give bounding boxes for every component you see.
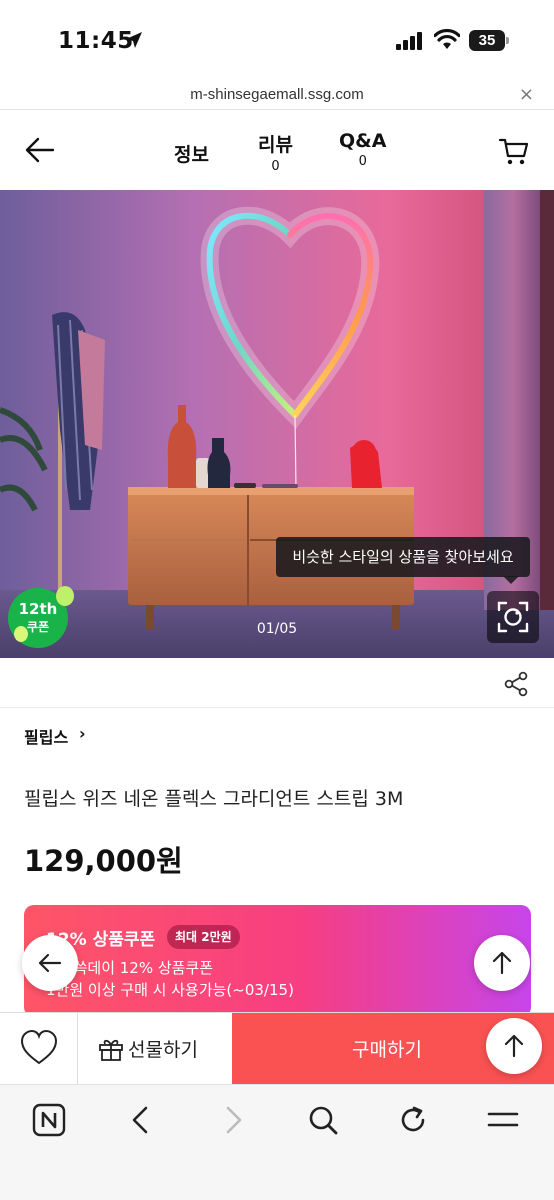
scroll-top-button[interactable] xyxy=(474,935,530,991)
similar-style-tooltip[interactable]: 비슷한 스타일의 상품을 찾아보세요 xyxy=(276,537,530,577)
purchase-action-bar: 선물하기 구매하기 xyxy=(0,1012,554,1084)
battery-level: 35 xyxy=(478,32,496,49)
cart-icon[interactable] xyxy=(498,136,530,166)
tab-review-label: 리뷰 xyxy=(258,134,293,156)
forward-icon[interactable] xyxy=(216,1103,250,1137)
arrow-left-icon xyxy=(38,953,62,973)
status-time: 11:45 xyxy=(58,28,134,54)
buy-label: 구매하기 xyxy=(352,1039,422,1061)
arrow-up-icon xyxy=(504,1034,524,1058)
location-arrow-icon xyxy=(126,32,142,48)
coupon-banner[interactable]: 12% 상품쿠폰 최대 2만원 쓱버쓱데이 12% 상품쿠폰 1만원 이상 구매… xyxy=(24,905,531,1017)
battery-icon: 35 xyxy=(469,30,509,51)
tab-review[interactable]: 리뷰 0 xyxy=(258,130,293,174)
tab-review-count: 0 xyxy=(271,159,280,174)
arrow-up-icon xyxy=(492,951,512,975)
tooltip-tail xyxy=(503,576,519,584)
balloon-icon xyxy=(56,586,74,606)
browser-toolbar xyxy=(0,1084,554,1200)
naver-home-icon[interactable] xyxy=(32,1103,66,1137)
back-icon[interactable] xyxy=(124,1103,158,1137)
coupon-condition: 1만원 이상 구매 시 사용가능(~03/15) xyxy=(46,981,294,999)
product-image-gallery[interactable]: 12th 쿠폰 비슷한 스타일의 상품을 찾아보세요 01/05 xyxy=(0,190,554,658)
coupon-max-badge: 최대 2만원 xyxy=(167,925,240,949)
wishlist-button[interactable] xyxy=(0,1013,78,1084)
product-price: 129,000원 xyxy=(24,844,183,878)
search-icon[interactable] xyxy=(306,1103,340,1137)
share-icon[interactable] xyxy=(502,670,530,698)
scroll-top-button[interactable] xyxy=(486,1018,542,1074)
page-indicator: 01/05 xyxy=(256,621,298,637)
tab-qa[interactable]: Q&A 0 xyxy=(339,130,386,169)
tab-qa-label: Q&A xyxy=(339,130,387,152)
cellular-signal-icon xyxy=(396,32,422,50)
menu-icon[interactable] xyxy=(486,1103,520,1137)
wifi-icon xyxy=(434,29,460,49)
gift-icon xyxy=(99,1039,123,1061)
tab-info-label: 정보 xyxy=(174,144,209,166)
brand-link[interactable]: 필립스 xyxy=(24,724,68,748)
divider xyxy=(0,707,554,708)
history-back-button[interactable] xyxy=(22,935,78,991)
close-icon[interactable]: × xyxy=(519,84,534,105)
url-text[interactable]: m-shinsegaemall.ssg.com xyxy=(0,86,554,103)
heart-icon xyxy=(20,1029,58,1065)
status-bar: 11:45 35 xyxy=(0,0,554,80)
refresh-icon[interactable] xyxy=(396,1103,430,1137)
top-nav: 정보 리뷰 0 Q&A 0 xyxy=(0,112,554,190)
product-title: 필립스 위즈 네온 플렉스 그라디언트 스트립 3M xyxy=(24,788,404,810)
gift-button[interactable]: 선물하기 xyxy=(78,1013,232,1084)
tab-info[interactable]: 정보 xyxy=(174,140,209,167)
url-bar[interactable]: m-shinsegaemall.ssg.com × xyxy=(0,80,554,110)
gift-label: 선물하기 xyxy=(128,1039,198,1061)
chevron-right-icon[interactable]: › xyxy=(79,724,86,743)
product-photo xyxy=(0,190,554,658)
tab-qa-count: 0 xyxy=(358,154,367,169)
back-arrow-icon[interactable] xyxy=(24,136,56,164)
